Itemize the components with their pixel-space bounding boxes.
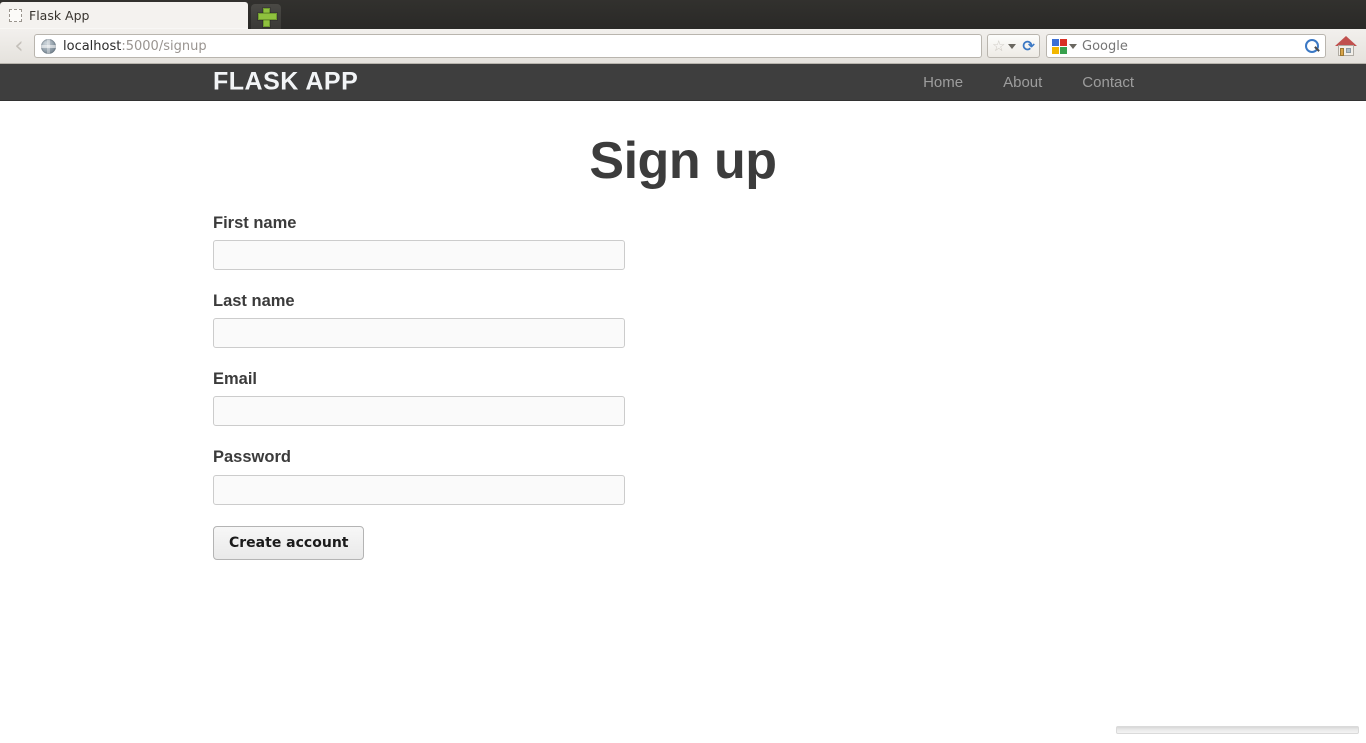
google-icon xyxy=(1052,38,1067,54)
search-bar[interactable] xyxy=(1046,34,1326,58)
create-account-button[interactable]: Create account xyxy=(213,525,365,560)
nav-link-contact[interactable]: Contact xyxy=(1062,74,1154,91)
site-nav: Home About Contact xyxy=(903,64,1154,101)
horizontal-scrollbar[interactable] xyxy=(1116,726,1359,734)
page-title: Sign up xyxy=(589,132,777,190)
search-input[interactable] xyxy=(1082,38,1304,54)
home-button[interactable] xyxy=(1332,32,1360,60)
address-bar[interactable]: localhost:5000/signup xyxy=(34,34,982,58)
label-last-name: Last name xyxy=(213,292,295,311)
tab-favicon-icon xyxy=(9,9,22,22)
page-viewport: FLASK APP Home About Contact Sign up Fir… xyxy=(0,64,1366,742)
email-input[interactable] xyxy=(213,396,625,427)
site-brand[interactable]: FLASK APP xyxy=(213,69,358,95)
bookmark-reload-group: ☆ ⟳ xyxy=(986,34,1040,58)
tab-title: Flask App xyxy=(29,8,90,23)
nav-link-home[interactable]: Home xyxy=(903,74,983,91)
site-navbar: FLASK APP Home About Contact xyxy=(0,64,1366,101)
bookmark-star-icon[interactable]: ☆ xyxy=(992,39,1005,54)
last-name-input[interactable] xyxy=(213,318,625,349)
plus-icon xyxy=(257,8,277,27)
browser-window: Flask App ‹ localhost:5000/signup ☆ ⟳ Go… xyxy=(0,0,1366,743)
password-input[interactable] xyxy=(213,474,625,505)
url-host: localhost xyxy=(63,38,122,54)
search-icon[interactable] xyxy=(1304,38,1321,55)
chevron-left-icon: ‹ xyxy=(14,32,24,59)
label-first-name: First name xyxy=(213,214,297,232)
first-name-input[interactable] xyxy=(213,240,625,271)
reload-icon[interactable]: ⟳ xyxy=(1022,38,1035,54)
back-button[interactable]: ‹ xyxy=(4,32,34,60)
label-password: Password xyxy=(213,448,291,467)
new-tab-button[interactable] xyxy=(251,4,281,29)
browser-tab-strip: Flask App xyxy=(0,0,1366,29)
signup-form: First name Last name Email Password Crea… xyxy=(213,214,625,560)
browser-tab[interactable]: Flask App xyxy=(0,2,248,29)
browser-toolbar: ‹ localhost:5000/signup ☆ ⟳ xyxy=(0,29,1366,64)
chevron-down-icon[interactable] xyxy=(1008,43,1017,49)
label-email: Email xyxy=(213,370,258,389)
toolbar-actions: ☆ ⟳ xyxy=(986,32,1360,60)
address-bar-text: localhost:5000/signup xyxy=(63,39,207,54)
globe-icon xyxy=(41,38,56,54)
search-engine-chevron-down-icon[interactable] xyxy=(1069,43,1077,49)
nav-link-about[interactable]: About xyxy=(983,74,1062,91)
url-path: :5000/signup xyxy=(121,38,207,54)
home-icon xyxy=(1335,36,1357,56)
